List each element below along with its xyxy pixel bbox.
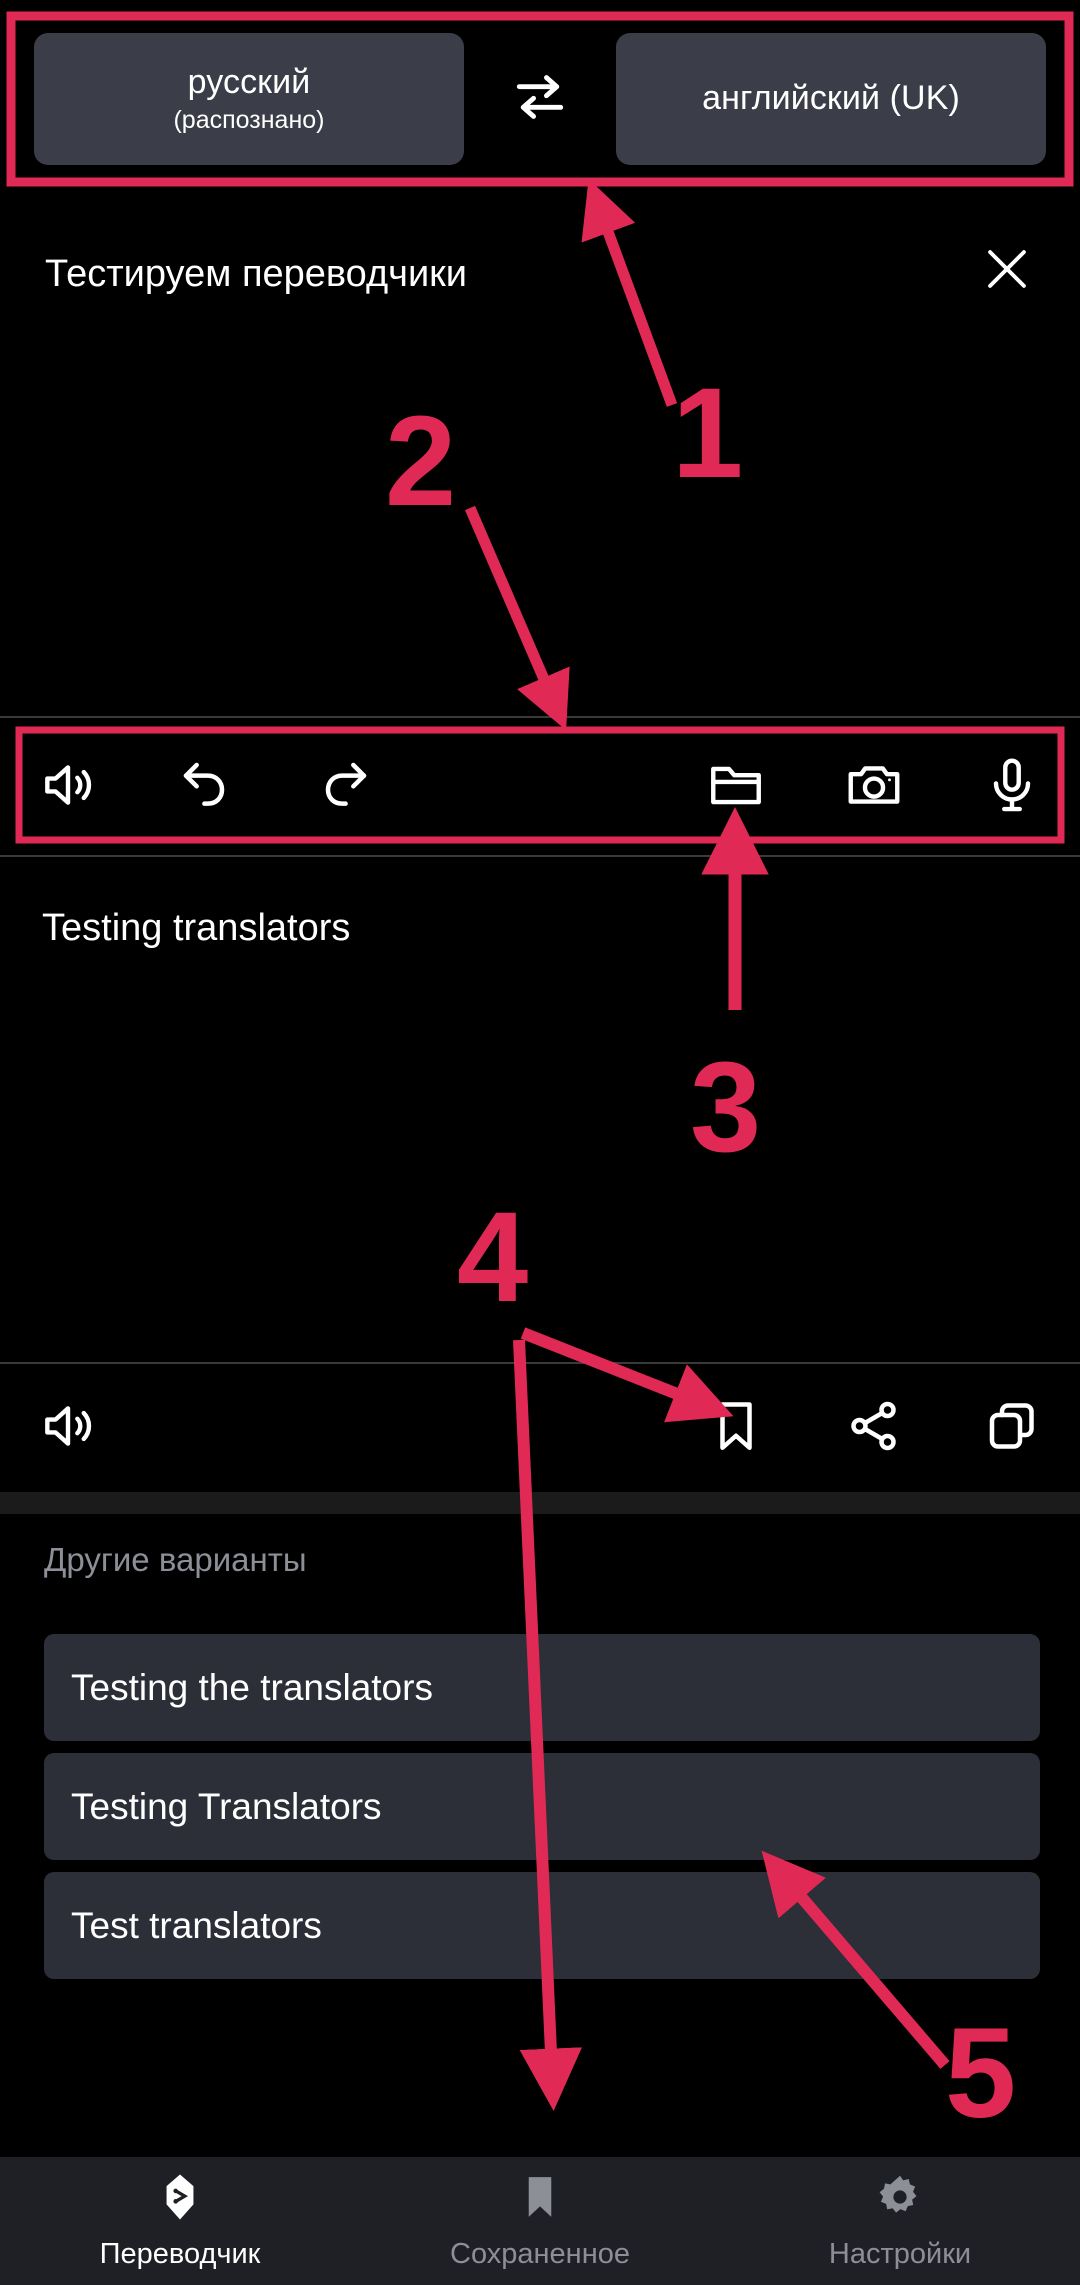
input-toolbar-right-group bbox=[690, 742, 1058, 834]
nav-item-settings[interactable]: Настройки bbox=[720, 2157, 1080, 2285]
gear-icon bbox=[874, 2171, 926, 2228]
language-selector-bar: русский (распознано) английский (UK) bbox=[0, 16, 1080, 182]
speak-source-button[interactable] bbox=[22, 742, 114, 834]
nav-label-translator: Переводчик bbox=[99, 2238, 261, 2270]
output-toolbar-right-group bbox=[690, 1382, 1058, 1474]
alternatives-section: Другие варианты Testing the translators … bbox=[0, 1514, 1080, 2157]
nav-label-settings: Настройки bbox=[828, 2238, 972, 2270]
target-language-name: английский (UK) bbox=[702, 79, 960, 118]
save-translation-button[interactable] bbox=[690, 1382, 782, 1474]
nav-item-translator[interactable]: Переводчик bbox=[0, 2157, 360, 2285]
target-language-chip[interactable]: английский (UK) bbox=[616, 33, 1046, 165]
input-toolbar-left-group bbox=[22, 742, 390, 834]
undo-icon bbox=[174, 753, 238, 822]
copy-button[interactable] bbox=[966, 1382, 1058, 1474]
bookmark-icon bbox=[706, 1396, 766, 1461]
alternative-label: Test translators bbox=[71, 1904, 322, 1946]
microphone-button[interactable] bbox=[966, 742, 1058, 834]
clear-source-button[interactable] bbox=[964, 228, 1050, 314]
copy-icon bbox=[982, 1396, 1042, 1461]
speak-translation-button[interactable] bbox=[22, 1382, 114, 1474]
open-file-button[interactable] bbox=[690, 742, 782, 834]
alternative-label: Testing Translators bbox=[71, 1785, 382, 1827]
app-screen: русский (распознано) английский (UK) Тес… bbox=[0, 0, 1080, 2285]
source-language-chip[interactable]: русский (распознано) bbox=[34, 33, 464, 165]
share-icon bbox=[844, 1396, 904, 1461]
translator-icon bbox=[154, 2171, 206, 2228]
alternative-item[interactable]: Testing Translators bbox=[44, 1753, 1040, 1860]
nav-item-saved[interactable]: Сохраненное bbox=[360, 2157, 720, 2285]
swap-horizontal-icon bbox=[509, 66, 571, 133]
translation-text: Testing translators bbox=[42, 907, 351, 949]
redo-icon bbox=[312, 753, 376, 822]
speaker-icon bbox=[37, 754, 99, 821]
input-toolbar bbox=[0, 720, 1080, 855]
nav-label-saved: Сохраненное bbox=[450, 2238, 630, 2270]
translation-panel: Testing translators bbox=[0, 857, 1080, 1362]
source-text-panel[interactable]: Тестируем переводчики bbox=[0, 182, 1080, 718]
alternatives-title: Другие варианты bbox=[44, 1541, 307, 1578]
alternative-item[interactable]: Test translators bbox=[44, 1872, 1040, 1979]
share-button[interactable] bbox=[828, 1382, 920, 1474]
close-icon bbox=[978, 240, 1036, 303]
output-toolbar bbox=[0, 1364, 1080, 1492]
bookmark-icon bbox=[514, 2171, 566, 2228]
output-toolbar-left-group bbox=[22, 1382, 114, 1474]
bottom-navigation: Переводчик Сохраненное Настройки bbox=[0, 2157, 1080, 2285]
divider-above-input-toolbar bbox=[0, 716, 1080, 718]
source-language-name: русский bbox=[187, 63, 311, 102]
camera-icon bbox=[843, 754, 905, 821]
source-language-detected-note: (распознано) bbox=[173, 105, 325, 134]
undo-button[interactable] bbox=[160, 742, 252, 834]
redo-button[interactable] bbox=[298, 742, 390, 834]
camera-button[interactable] bbox=[828, 742, 920, 834]
speaker-icon bbox=[37, 1395, 99, 1462]
source-text[interactable]: Тестируем переводчики bbox=[45, 249, 467, 300]
folder-icon bbox=[705, 754, 767, 821]
alternatives-list: Testing the translators Testing Translat… bbox=[44, 1634, 1040, 1979]
microphone-icon bbox=[981, 754, 1043, 821]
alternative-label: Testing the translators bbox=[71, 1666, 433, 1708]
swap-languages-button[interactable] bbox=[492, 51, 588, 147]
alternative-item[interactable]: Testing the translators bbox=[44, 1634, 1040, 1741]
section-separator-band bbox=[0, 1492, 1080, 1514]
